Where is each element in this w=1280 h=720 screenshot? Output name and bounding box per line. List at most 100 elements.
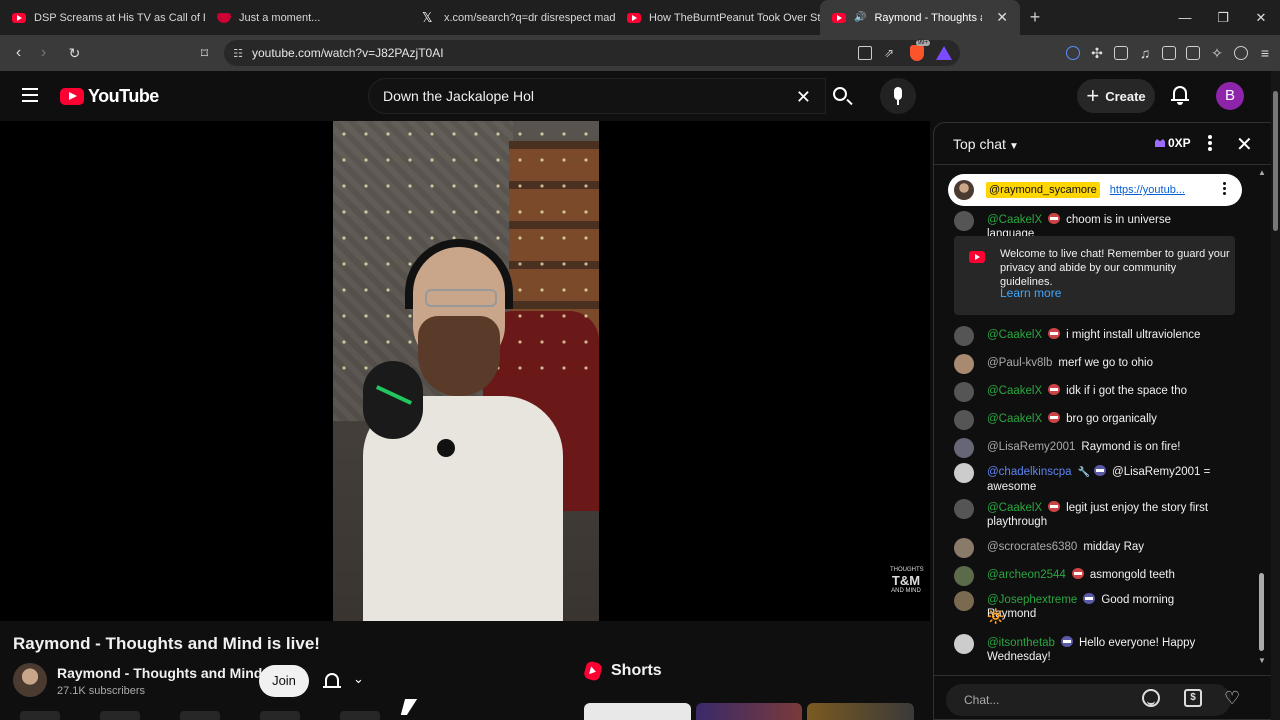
browser-tab-active[interactable]: 🔊 Raymond - Thoughts and Mind is live! ✕ <box>820 0 1020 35</box>
learn-more-link[interactable]: Learn more <box>1000 286 1061 300</box>
channel-avatar[interactable] <box>13 663 47 697</box>
avatar <box>954 354 974 374</box>
chat-text: merf we go to ohio <box>1058 357 1153 369</box>
action-button[interactable] <box>180 711 220 720</box>
crown-icon <box>1155 139 1165 147</box>
subscription-bell-button[interactable]: ⌄ <box>320 665 376 697</box>
live-chat-panel: Top chat ▼ 0XP ✕ @raymond_sycamore https:… <box>933 122 1280 720</box>
reload-icon[interactable]: ↻ <box>62 45 87 62</box>
chat-author[interactable]: @CaakelX <box>987 329 1042 341</box>
new-tab-button[interactable]: + <box>1020 7 1050 28</box>
mic-icon <box>894 87 902 100</box>
screenshot-icon[interactable] <box>1114 46 1128 60</box>
search-button[interactable] <box>822 78 862 114</box>
browser-tab[interactable]: Just a moment... <box>205 0 410 35</box>
speaker-icon[interactable]: 🔊 <box>854 12 866 23</box>
xp-badge[interactable]: 0XP <box>1150 134 1196 152</box>
short-thumbnail[interactable] <box>807 703 915 720</box>
hamburger-menu-icon[interactable] <box>22 88 38 102</box>
chat-author[interactable]: @Paul-kv8lb <box>987 357 1052 369</box>
emoji-icon[interactable] <box>1142 689 1160 707</box>
brave-rewards-icon[interactable] <box>936 46 952 60</box>
heart-icon[interactable]: ♡ <box>1224 688 1240 709</box>
avatar <box>954 591 974 611</box>
share-icon[interactable]: ⇗ <box>884 46 898 60</box>
vpn-shield-icon[interactable] <box>1234 46 1248 60</box>
forward-icon[interactable]: › <box>31 44 56 62</box>
chat-input[interactable] <box>964 684 1124 716</box>
scroll-thumb[interactable] <box>1259 573 1264 651</box>
page-scrollbar[interactable] <box>1271 71 1280 720</box>
avatar <box>954 499 974 519</box>
video-player[interactable]: THOUGHTS T&M AND MIND <box>0 121 930 621</box>
notifications-bell-icon[interactable] <box>1170 85 1190 105</box>
close-window-icon[interactable]: ✕ <box>1242 0 1280 35</box>
close-chat-icon[interactable]: ✕ <box>1236 132 1253 157</box>
moderator-wrench-icon: 🔧 <box>1077 467 1091 478</box>
bookmark-icon[interactable]: ⌑ <box>192 45 217 62</box>
youtube-logo[interactable]: YouTube <box>60 86 159 107</box>
browser-tab-strip: DSP Screams at His TV as Call of Duty Ju… <box>0 0 1280 35</box>
browser-tab[interactable]: 𝕏 x.com/search?q=dr disrespect madur <box>410 0 615 35</box>
avatar <box>954 566 974 586</box>
voice-search-button[interactable] <box>880 78 916 114</box>
action-button[interactable] <box>340 711 380 720</box>
channel-watermark[interactable]: THOUGHTS T&M AND MIND <box>890 567 924 595</box>
scroll-up-icon[interactable]: ▲ <box>1258 168 1266 177</box>
close-tab-icon[interactable]: ✕ <box>996 9 1008 26</box>
url-text[interactable]: youtube.com/watch?v=J82PAzjT0AI <box>252 46 444 60</box>
chat-more-options-icon[interactable] <box>1208 135 1212 153</box>
chat-author[interactable]: @scrocrates6380 <box>987 541 1077 553</box>
vpn-icon[interactable] <box>1066 46 1080 60</box>
chat-mode-dropdown[interactable]: Top chat ▼ <box>953 136 1019 152</box>
action-button[interactable] <box>100 711 140 720</box>
action-button[interactable] <box>260 711 300 720</box>
minimize-icon[interactable]: — <box>1166 0 1204 35</box>
chat-author[interactable]: @CaakelX <box>987 502 1042 514</box>
chevron-down-icon: ⌄ <box>353 671 364 686</box>
chat-author[interactable]: @Josephextreme <box>987 594 1077 606</box>
member-badge-icon <box>1048 384 1061 395</box>
super-chat-icon[interactable]: $ <box>1184 689 1202 707</box>
avatar <box>954 382 974 402</box>
puzzle-icon[interactable]: ✣ <box>1090 46 1104 60</box>
chat-author[interactable]: @CaakelX <box>987 385 1042 397</box>
browser-tab[interactable]: How TheBurntPeanut Took Over Strea <box>615 0 820 35</box>
maximize-icon[interactable]: ❐ <box>1204 0 1242 35</box>
youtube-icon <box>832 12 846 23</box>
pinned-more-icon[interactable] <box>1223 182 1226 196</box>
wallet-icon[interactable] <box>1186 46 1200 60</box>
sidebar-icon[interactable] <box>1162 46 1176 60</box>
leo-icon[interactable]: ✧ <box>1210 46 1224 60</box>
pinned-link[interactable]: https://youtub... <box>1110 184 1185 196</box>
clear-search-icon[interactable]: ✕ <box>796 87 811 108</box>
music-icon[interactable]: ♫ <box>1138 46 1152 60</box>
channel-name[interactable]: Raymond - Thoughts and Mind <box>57 665 262 681</box>
short-thumbnail[interactable] <box>695 703 803 720</box>
cast-icon[interactable] <box>858 46 872 60</box>
chat-author[interactable]: @archeon2544 <box>987 569 1066 581</box>
account-avatar[interactable]: B <box>1216 82 1244 110</box>
create-button[interactable]: + Create <box>1077 79 1155 113</box>
address-bar[interactable]: ☷ youtube.com/watch?v=J82PAzjT0AI ⇗ 99+ <box>224 40 960 66</box>
site-settings-icon[interactable]: ☷ <box>224 47 252 60</box>
browser-tab[interactable]: DSP Screams at His TV as Call of Duty <box>0 0 205 35</box>
back-icon[interactable]: ‹ <box>6 44 31 62</box>
pinned-message[interactable]: @raymond_sycamore https://youtub... <box>948 174 1242 206</box>
action-button[interactable] <box>20 711 60 720</box>
scroll-down-icon[interactable]: ▼ <box>1258 656 1266 665</box>
short-thumbnail[interactable] <box>584 703 691 720</box>
brave-shields-icon[interactable]: 99+ <box>910 40 930 61</box>
pinned-author[interactable]: @raymond_sycamore <box>986 182 1100 198</box>
video-frame[interactable] <box>333 121 599 621</box>
chat-author[interactable]: @CaakelX <box>987 413 1042 425</box>
chat-author[interactable]: @chadelkinscpa <box>987 466 1072 478</box>
menu-icon[interactable]: ≡ <box>1258 46 1272 60</box>
join-button[interactable]: Join <box>259 665 309 697</box>
search-input[interactable] <box>383 79 783 113</box>
chat-scrollbar[interactable]: ▲ ▼ <box>1257 168 1267 668</box>
chat-author[interactable]: @itsonthetab <box>987 637 1055 649</box>
page-scroll-thumb[interactable] <box>1273 91 1278 231</box>
chat-author[interactable]: @CaakelX <box>987 214 1042 226</box>
chat-author[interactable]: @LisaRemy2001 <box>987 441 1075 453</box>
